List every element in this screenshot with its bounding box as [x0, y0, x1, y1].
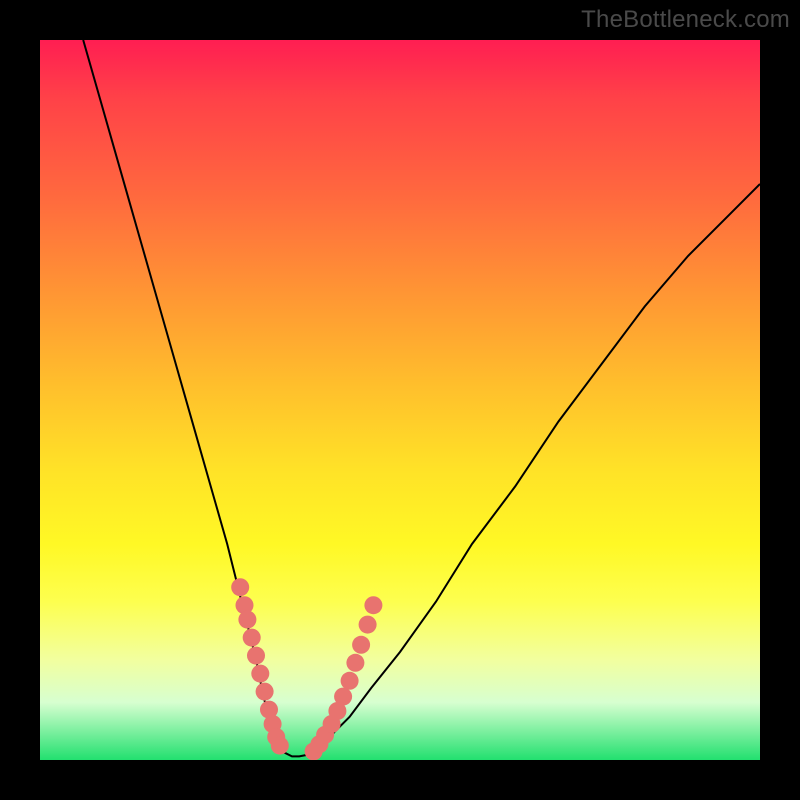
watermark-text: TheBottleneck.com: [581, 6, 790, 34]
highlight-bead: [352, 636, 370, 654]
highlight-bead: [243, 629, 261, 647]
highlight-bead: [341, 672, 359, 690]
bottleneck-curve: [83, 40, 760, 756]
highlight-bead: [238, 611, 256, 629]
bead-group-right: [305, 596, 383, 760]
highlight-bead: [334, 688, 352, 706]
highlight-bead: [346, 654, 364, 672]
chart-container: TheBottleneck.com: [0, 0, 800, 800]
bead-group-left: [231, 578, 289, 754]
highlight-bead: [256, 683, 274, 701]
highlight-bead: [251, 665, 269, 683]
highlight-bead: [364, 596, 382, 614]
highlight-bead: [247, 647, 265, 665]
highlight-bead: [231, 578, 249, 596]
highlight-bead: [271, 737, 289, 755]
curve-svg: [40, 40, 760, 760]
plot-area: [40, 40, 760, 760]
highlight-bead: [359, 616, 377, 634]
